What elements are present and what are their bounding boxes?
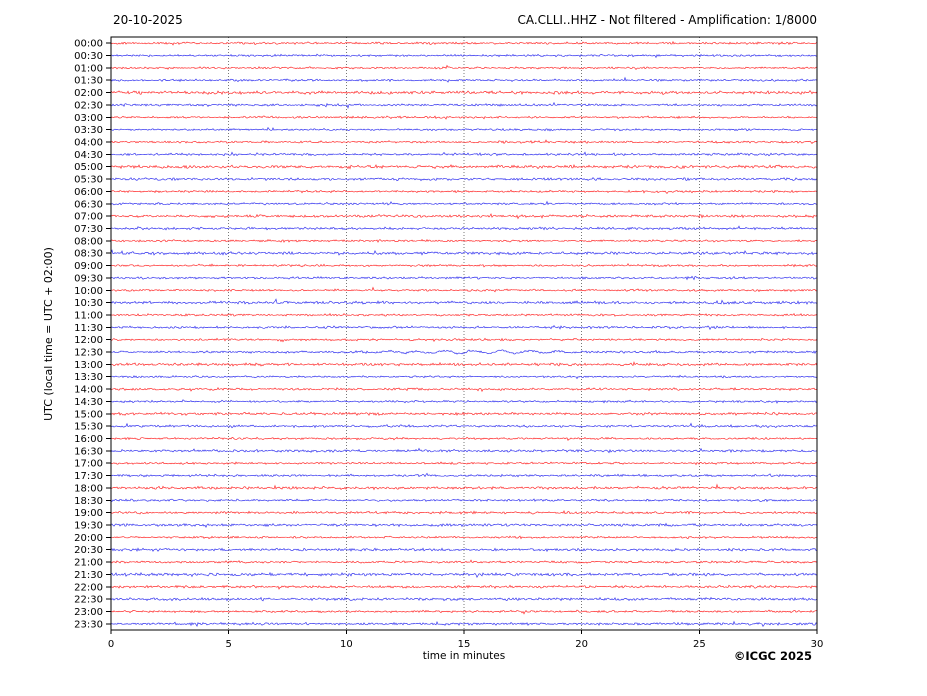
y-tick-label-07:00: 07:00	[74, 212, 103, 223]
y-tick-label-04:30: 04:30	[74, 150, 103, 161]
y-tick-label-18:00: 18:00	[74, 483, 103, 494]
y-tick-label-14:30: 14:30	[74, 397, 103, 408]
y-tick-label-00:30: 00:30	[74, 51, 103, 62]
y-tick-label-01:00: 01:00	[74, 63, 103, 74]
y-tick-label-02:00: 02:00	[74, 88, 103, 99]
x-tick-label-5: 5	[225, 639, 231, 650]
y-tick-label-21:30: 21:30	[74, 570, 103, 581]
y-tick-label-02:30: 02:30	[74, 100, 103, 111]
y-tick-label-17:30: 17:30	[74, 471, 103, 482]
y-tick-label-10:30: 10:30	[74, 298, 103, 309]
y-tick-label-09:00: 09:00	[74, 261, 103, 272]
y-tick-label-08:00: 08:00	[74, 236, 103, 247]
y-tick-label-12:00: 12:00	[74, 335, 103, 346]
trace-row-13:30	[110, 374, 818, 380]
y-tick-label-21:00: 21:00	[74, 558, 103, 569]
y-tick-label-14:00: 14:00	[74, 385, 103, 396]
y-tick-label-16:00: 16:00	[74, 434, 103, 445]
trace-row-12:00	[110, 337, 818, 343]
y-tick-label-15:30: 15:30	[74, 422, 103, 433]
y-tick-label-20:30: 20:30	[74, 545, 103, 556]
x-tick-label-30: 30	[811, 639, 824, 650]
y-tick-label-17:00: 17:00	[74, 459, 103, 470]
helicorder-plot: 00:0000:3001:00 01:3002:0002:30 03:0003:30…	[74, 36, 824, 650]
x-axis-label: time in minutes	[422, 650, 506, 662]
y-tick-label-20:00: 20:00	[74, 533, 103, 544]
trace-row-22:00	[110, 584, 818, 590]
copyright-text: ©ICGC 2025	[733, 649, 812, 663]
y-tick-label-11:00: 11:00	[74, 310, 103, 321]
y-tick-label-23:30: 23:30	[74, 619, 103, 630]
y-tick-label-10:00: 10:00	[74, 286, 103, 297]
y-tick-label-07:30: 07:30	[74, 224, 103, 235]
y-tick-label-03:30: 03:30	[74, 125, 103, 136]
trace-row-10:30	[110, 298, 818, 305]
y-tick-label-00:00: 00:00	[74, 39, 103, 50]
x-tick-label-10: 10	[340, 639, 353, 650]
y-tick-label-11:30: 11:30	[74, 323, 103, 334]
trace-row-17:00	[110, 461, 818, 466]
trace-row-12:30	[110, 349, 818, 355]
y-tick-label-23:00: 23:00	[74, 607, 103, 618]
trace-row-17:30	[110, 472, 818, 478]
y-tick-label-22:30: 22:30	[74, 595, 103, 606]
trace-row-00:00	[110, 40, 818, 46]
y-tick-label-04:00: 04:00	[74, 138, 103, 149]
y-tick-label-18:30: 18:30	[74, 496, 103, 507]
helicorder-page: 20-10-2025 CA.CLLI..HHZ - Not filtered -…	[0, 0, 927, 696]
y-tick-label-13:30: 13:30	[74, 372, 103, 383]
x-tick-label-15: 15	[458, 639, 471, 650]
trace-row-09:00	[110, 262, 818, 268]
y-tick-label-05:30: 05:30	[74, 175, 103, 186]
y-tick-label-06:30: 06:30	[74, 199, 103, 210]
y-tick-label-16:30: 16:30	[74, 446, 103, 457]
y-tick-label-15:00: 15:00	[74, 409, 103, 420]
y-tick-label-06:00: 06:00	[74, 187, 103, 198]
x-tick-label-25: 25	[693, 639, 706, 650]
y-tick-label-19:30: 19:30	[74, 520, 103, 531]
y-tick-label-01:30: 01:30	[74, 76, 103, 87]
trace-row-14:00	[110, 386, 818, 393]
y-tick-label-13:00: 13:00	[74, 360, 103, 371]
y-tick-label-09:30: 09:30	[74, 273, 103, 284]
y-tick-label-12:30: 12:30	[74, 348, 103, 359]
y-tick-label-03:00: 03:00	[74, 113, 103, 124]
trace-row-19:00	[110, 509, 818, 515]
x-tick-label-0: 0	[108, 639, 114, 650]
y-tick-label-08:30: 08:30	[74, 249, 103, 260]
y-tick-label-19:00: 19:00	[74, 508, 103, 519]
y-tick-label-22:00: 22:00	[74, 582, 103, 593]
y-tick-label-05:00: 05:00	[74, 162, 103, 173]
x-tick-label-20: 20	[575, 639, 588, 650]
